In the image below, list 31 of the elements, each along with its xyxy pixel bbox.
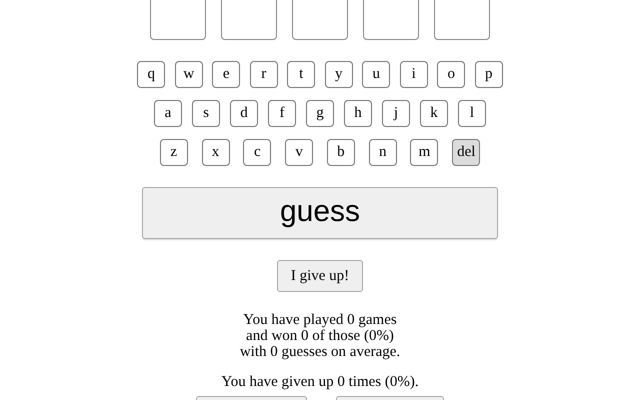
keyboard-key[interactable]: f	[268, 100, 296, 127]
keyboard-key[interactable]: t	[287, 61, 316, 88]
keyboard-key[interactable]: j	[382, 100, 410, 127]
keyboard-key[interactable]: e	[212, 61, 240, 88]
keyboard-key[interactable]: d	[230, 100, 258, 127]
keyboard-key[interactable]: b	[326, 139, 355, 166]
keyboard-key[interactable]: s	[192, 100, 220, 127]
keyboard-key[interactable]: h	[344, 100, 372, 127]
keyboard-key[interactable]: m	[410, 139, 438, 166]
keyboard-key[interactable]: l	[458, 100, 486, 127]
stats-text: You have played 0 games and won 0 of those (0%) with 0 guesses on average.	[240, 312, 400, 360]
keyboard-key[interactable]: v	[285, 139, 314, 166]
given-up-text: You have given up 0 times (0%).	[221, 374, 419, 390]
keyboard-key[interactable]: o	[437, 61, 466, 88]
keyboard-key[interactable]: k	[420, 100, 448, 127]
keyboard-key[interactable]: y	[324, 61, 353, 88]
keyboard-key[interactable]: p	[474, 61, 503, 88]
keyboard-key[interactable]: r	[250, 61, 278, 88]
guess-button[interactable]: guess	[142, 187, 498, 239]
keyboard-key[interactable]: x	[202, 139, 230, 166]
keyboard-key[interactable]: z	[160, 139, 188, 166]
keyboard-key[interactable]: i	[400, 61, 428, 88]
keyboard-key[interactable]: u	[362, 61, 390, 88]
keyboard-key[interactable]: g	[306, 100, 334, 127]
keyboard-key[interactable]: del	[452, 139, 480, 166]
keyboard-key[interactable]: w	[174, 61, 203, 88]
keyboard-key[interactable]: q	[137, 61, 166, 88]
keyboard-key[interactable]: a	[154, 100, 182, 127]
give-up-button[interactable]: I give up!	[277, 260, 363, 292]
keyboard-key[interactable]: n	[368, 139, 397, 166]
keyboard-key[interactable]: c	[243, 139, 272, 166]
